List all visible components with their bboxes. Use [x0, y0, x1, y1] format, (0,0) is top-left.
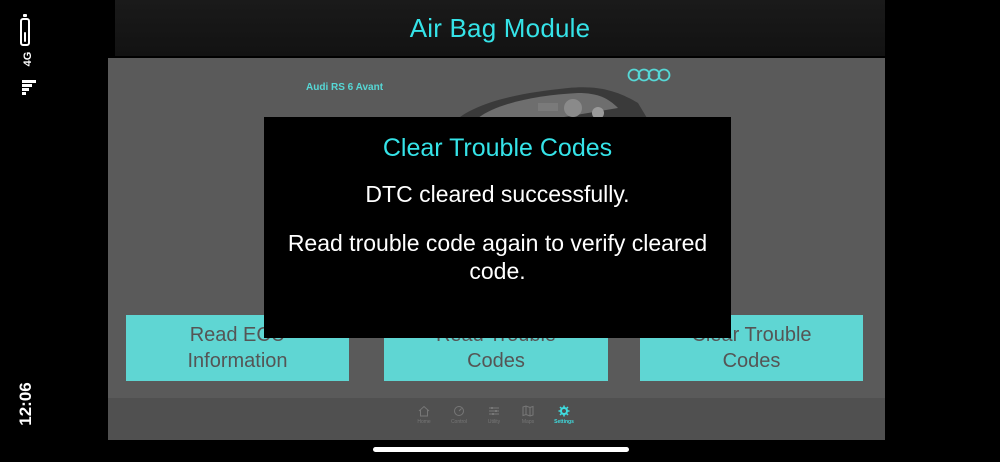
battery-cap [23, 14, 27, 17]
gear-icon [558, 405, 570, 417]
page-title: Air Bag Module [409, 12, 591, 43]
nav-label-settings: Settings [554, 419, 574, 425]
nav-item-utility[interactable]: Utility [477, 405, 511, 435]
dialog-message: DTC cleared successfully. [365, 181, 630, 207]
title-bar: Air Bag Module [115, 0, 885, 56]
dialog-detail: Read trouble code again to verify cleare… [287, 230, 708, 284]
nav-item-maps[interactable]: Maps [511, 405, 545, 435]
result-dialog[interactable]: Clear Trouble Codes DTC cleared successf… [264, 117, 731, 338]
nav-item-control[interactable]: Control [442, 405, 476, 435]
vehicle-model-label: Audi RS 6 Avant [306, 82, 384, 93]
map-icon [522, 405, 534, 417]
carplay-screen: 4G 12:06 Air Bag Module Audi RS 6 Avant [0, 0, 1000, 462]
battery-icon [20, 18, 30, 46]
sliders-icon [489, 407, 499, 415]
home-indicator[interactable] [373, 447, 629, 452]
nav-label-maps: Maps [521, 419, 535, 425]
nav-label-utility: Utility [487, 419, 501, 425]
network-type: 4G [22, 51, 34, 67]
gauge-icon [454, 406, 464, 416]
nav-label-control: Control [450, 419, 468, 425]
dialog-title: Clear Trouble Codes [382, 134, 613, 162]
signal-strength-icon [22, 80, 36, 96]
nav-label-home: Home [417, 419, 431, 425]
home-icon [418, 405, 430, 417]
nav-item-settings[interactable]: Settings [547, 405, 581, 435]
nav-item-home[interactable]: Home [407, 405, 441, 435]
clock: 12:06 [16, 382, 35, 426]
system-status-rail: 4G 12:06 [0, 0, 60, 462]
bottom-navigation: Home Control Utility Maps Settings [108, 398, 885, 440]
